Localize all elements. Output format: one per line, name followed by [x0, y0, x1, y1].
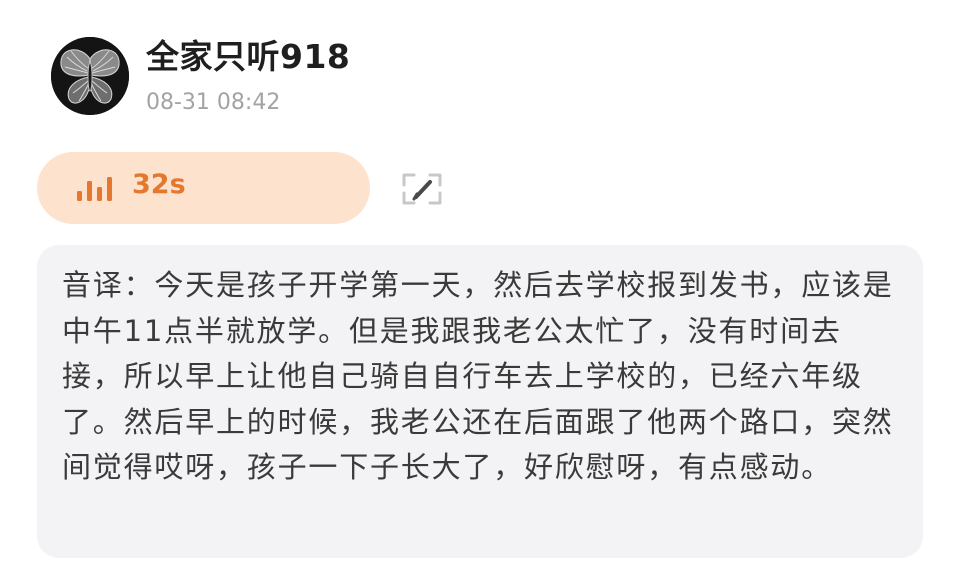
butterfly-icon	[51, 37, 129, 115]
voice-duration: 32s	[132, 169, 186, 200]
voice-message-button[interactable]: 32s	[37, 152, 370, 224]
audio-bars-icon	[77, 177, 121, 201]
edit-pencil-icon	[402, 173, 442, 205]
transcript-card: 音译：今天是孩子开学第一天，然后去学校报到发书，应该是中午11点半就放学。但是我…	[37, 245, 923, 558]
avatar[interactable]	[51, 37, 129, 115]
transcript-text: 音译：今天是孩子开学第一天，然后去学校报到发书，应该是中午11点半就放学。但是我…	[62, 268, 894, 484]
username[interactable]: 全家只听918	[146, 30, 350, 78]
post-timestamp: 08-31 08:42	[146, 90, 281, 115]
edit-transcript-button[interactable]	[392, 161, 452, 217]
